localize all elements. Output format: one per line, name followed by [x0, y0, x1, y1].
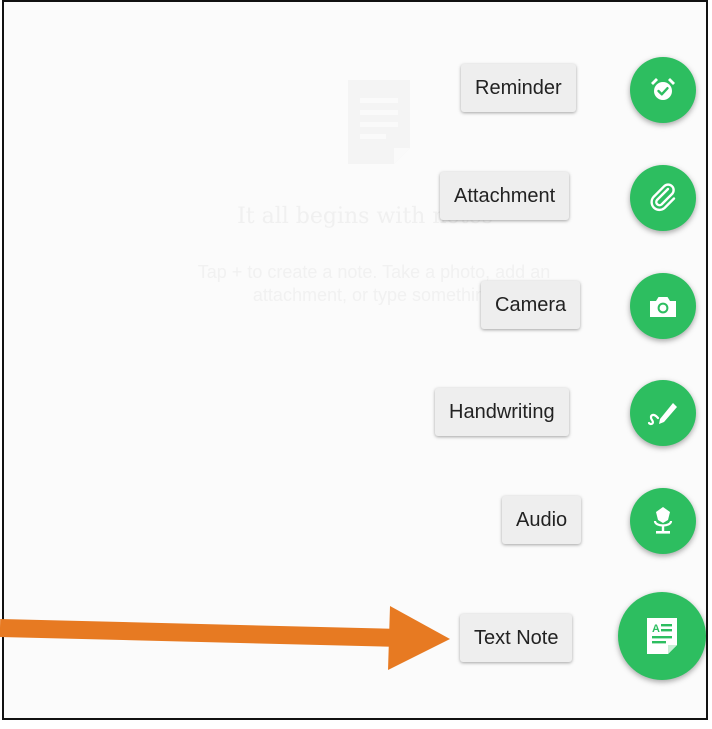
annotation-arrow-icon — [0, 606, 450, 670]
